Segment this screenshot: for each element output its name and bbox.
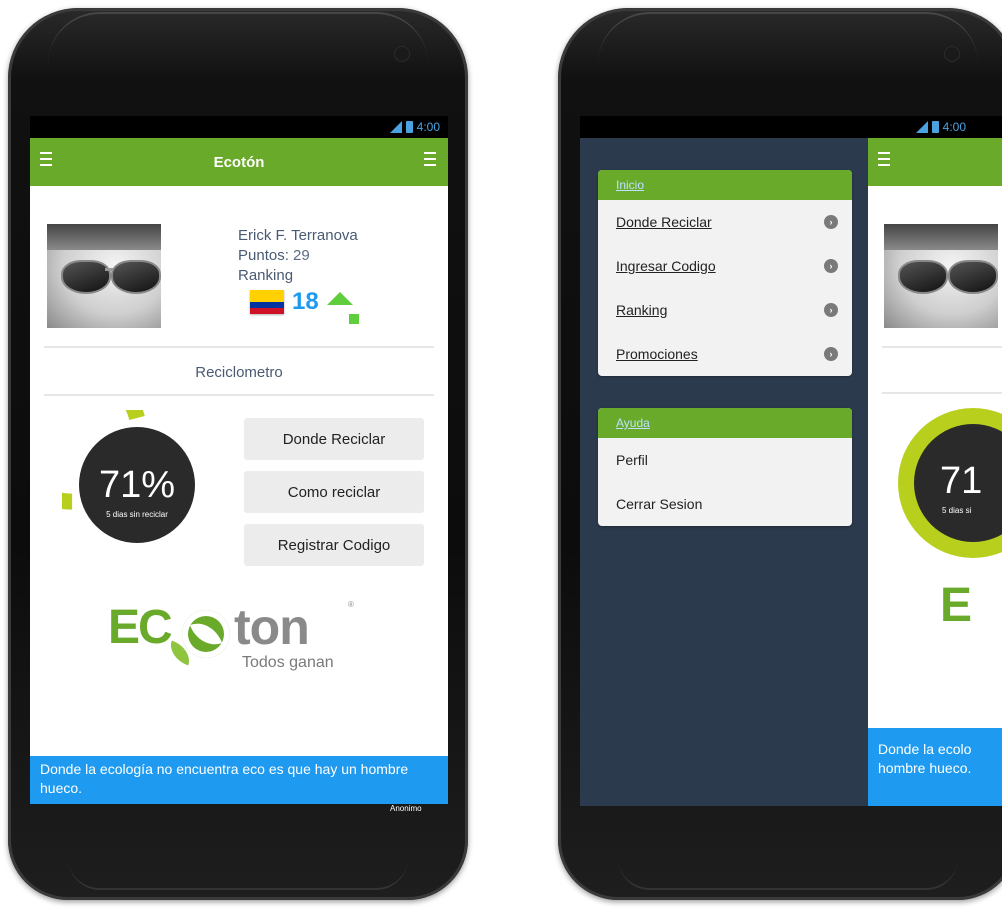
drawer-item-label: Ranking [616, 302, 668, 318]
points-value: 29 [293, 247, 310, 264]
phone-top-bezel [598, 12, 978, 64]
battery-icon [405, 121, 413, 133]
status-bar: 4:00 [915, 116, 966, 138]
logo-registered-icon: ® [348, 600, 354, 609]
divider-bottom [44, 394, 434, 396]
phone-left: 4:00 4:00 Ecotón Erick F. Terranova Punt… [8, 8, 468, 900]
menu-icon[interactable] [40, 152, 52, 166]
ranking-value: 18 [292, 288, 319, 315]
peek-divider-top [882, 346, 1002, 348]
peek-app-bar [868, 138, 1002, 186]
chevron-right-icon: › [824, 303, 838, 317]
phone-chin [618, 858, 958, 890]
logo-tagline: Todos ganan [242, 654, 334, 671]
recycle-meter: 71% 5 dias sin reciclar [30, 359, 212, 560]
avatar-left-lens [61, 260, 111, 294]
arrow-up-stem [349, 314, 359, 324]
status-bar-bg [30, 116, 448, 138]
app-bar: Ecotón [30, 138, 448, 186]
peek-divider-bottom [882, 392, 1002, 394]
screen-main: 4:00 4:00 Ecotón Erick F. Terranova Punt… [30, 116, 448, 804]
ecuador-flag-icon [250, 290, 284, 314]
drawer-item-cerrar-sesion[interactable]: Cerrar Sesion [598, 482, 852, 526]
drawer-inicio-header[interactable]: Inicio [598, 170, 852, 200]
profile-info: Erick F. Terranova Puntos: 29 Ranking 18 [238, 226, 359, 324]
drawer-item-donde-reciclar[interactable]: Donde Reciclar › [598, 200, 852, 244]
como-reciclar-button[interactable]: Como reciclar [244, 471, 424, 513]
meter-subtitle: 5 dias sin reciclar [106, 510, 168, 519]
avatar-right-lens [111, 260, 161, 294]
leaf-icon [182, 610, 230, 658]
meter-percent: 71% [98, 464, 176, 506]
drawer-item-promociones[interactable]: Promociones › [598, 332, 852, 376]
profile-name: Erick F. Terranova [238, 227, 358, 244]
signal-icon [915, 121, 928, 133]
status-time: 4:00 [942, 120, 966, 134]
avatar-left-lens [898, 260, 948, 294]
quote-author: Anonimo [390, 804, 422, 813]
screen-drawer-open: 4:00 71 5 dias si E Donde la ecolo hombr… [580, 116, 1002, 806]
arrow-up-icon [326, 291, 353, 305]
drawer-item-ranking[interactable]: Ranking › [598, 288, 852, 332]
logo-prefix: EC [108, 601, 173, 654]
overflow-menu-icon[interactable] [424, 152, 436, 166]
chevron-right-icon: › [824, 259, 838, 273]
drawer-main-card: Inicio Donde Reciclar › Ingresar Codigo … [598, 170, 852, 376]
ecoton-logo: EC ton ® Todos ganan [108, 598, 388, 688]
drawer-ayuda-header[interactable]: Ayuda [598, 408, 852, 438]
drawer-item-ingresar-codigo[interactable]: Ingresar Codigo › [598, 244, 852, 288]
ranking-row: 18 [250, 288, 358, 316]
quote-banner: Donde la ecología no encuentra eco es qu… [30, 756, 448, 804]
chevron-right-icon: › [824, 215, 838, 229]
signal-icon [389, 121, 402, 133]
status-time: 4:00 [416, 120, 440, 134]
drawer-item-label: Ingresar Codigo [616, 258, 716, 274]
status-bar-fg: 4:00 [389, 116, 440, 138]
drawer-item-label: Donde Reciclar [616, 214, 712, 230]
peek-quote-text: Donde la ecolo hombre hueco. [878, 741, 972, 776]
avatar-hair [884, 224, 998, 250]
menu-icon[interactable] [878, 152, 890, 166]
drawer-item-label: Promociones [616, 346, 698, 362]
quote-text: Donde la ecología no encuentra eco es qu… [40, 761, 409, 796]
points-label: Puntos: [238, 247, 289, 264]
section-title: Reciclometro [195, 364, 283, 381]
ranking-label: Ranking [238, 267, 294, 284]
app-title: Ecotón [213, 153, 265, 171]
peek-logo: E [940, 579, 973, 632]
drawer-help-card: Ayuda Perfil Cerrar Sesion [598, 408, 852, 526]
phone-top-bezel [48, 12, 428, 64]
front-camera [944, 46, 960, 62]
avatar-bridge [105, 268, 113, 271]
phone-chin [68, 858, 408, 890]
logo-suffix: ton [234, 599, 310, 655]
registrar-codigo-button[interactable]: Registrar Codigo [244, 524, 424, 566]
avatar[interactable] [47, 224, 161, 328]
divider-top [44, 346, 434, 348]
avatar-right-lens [948, 260, 998, 294]
drawer-item-perfil[interactable]: Perfil [598, 438, 852, 482]
peek-meter: 71 5 dias si [898, 408, 1002, 558]
main-screen-peek[interactable]: 71 5 dias si E Donde la ecolo hombre hue… [868, 138, 1002, 806]
battery-icon [931, 121, 939, 133]
peek-meter-subtitle: 5 dias si [942, 506, 972, 515]
phone-right: 4:00 71 5 dias si E Donde la ecolo hombr… [558, 8, 1002, 900]
donde-reciclar-button[interactable]: Donde Reciclar [244, 418, 424, 460]
peek-avatar [884, 224, 998, 328]
peek-meter-percent: 71 [940, 460, 983, 502]
profile-points: Puntos: 29 [238, 246, 358, 266]
peek-quote: Donde la ecolo hombre hueco. [868, 728, 1002, 806]
front-camera [394, 46, 410, 62]
avatar-hair [47, 224, 161, 250]
chevron-right-icon: › [824, 347, 838, 361]
